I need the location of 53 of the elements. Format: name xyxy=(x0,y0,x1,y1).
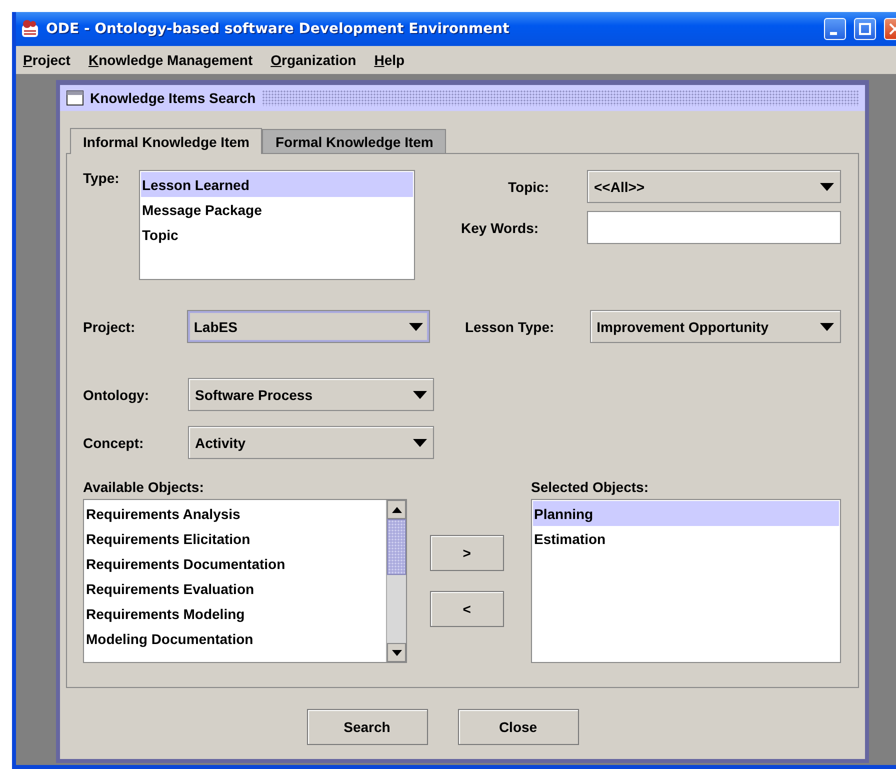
scrollbar[interactable] xyxy=(386,500,406,662)
window-title: ODE - Ontology-based software Development Environment xyxy=(46,21,510,37)
dialog-title: Knowledge Items Search xyxy=(90,90,256,106)
list-item[interactable]: Modeling Documentation xyxy=(85,626,385,651)
scroll-thumb[interactable] xyxy=(387,519,406,575)
maximize-button[interactable] xyxy=(854,18,876,40)
list-item[interactable]: Requirements Elicitation xyxy=(85,526,385,551)
list-item[interactable]: Message Package xyxy=(141,197,413,222)
tab[interactable]: Formal Knowledge Item xyxy=(262,129,446,153)
scroll-down-icon[interactable] xyxy=(392,650,402,656)
field-label: Concept: xyxy=(83,434,145,450)
dropdown-arrow-icon xyxy=(413,438,427,446)
menu-item[interactable]: Help xyxy=(374,52,405,68)
field-label: Type: xyxy=(83,170,120,186)
field-label: Key Words: xyxy=(461,220,540,236)
dropdown-arrow-icon xyxy=(409,322,424,330)
dropdown-arrow-icon xyxy=(413,390,427,398)
scroll-up-icon[interactable] xyxy=(392,506,402,512)
dropdown[interactable]: <<All>> xyxy=(587,170,841,203)
menu-item[interactable]: Organization xyxy=(270,52,356,68)
menu-item[interactable]: Knowledge Management xyxy=(88,52,253,68)
move-button[interactable]: < xyxy=(430,591,504,627)
dropdown[interactable]: Activity xyxy=(188,426,434,459)
dialog-button[interactable]: Close xyxy=(458,709,578,745)
list-item[interactable]: Requirements Evaluation xyxy=(85,576,385,601)
list-item[interactable]: Estimation xyxy=(533,526,839,551)
field-label: Lesson Type: xyxy=(464,318,556,334)
dropdown-arrow-icon xyxy=(820,322,834,330)
minimize-button[interactable] xyxy=(824,18,846,40)
list-item[interactable]: Topic xyxy=(141,222,413,247)
app-icon xyxy=(20,19,40,39)
minimize-icon xyxy=(830,32,836,34)
dropdown[interactable]: LabES xyxy=(186,310,430,343)
window-icon xyxy=(66,90,84,106)
dialog-button[interactable]: Search xyxy=(306,709,428,745)
move-button[interactable]: > xyxy=(430,535,504,571)
field-label: Topic: xyxy=(507,178,549,194)
field-label: Project: xyxy=(83,318,136,334)
list-label: Available Objects: xyxy=(83,479,205,495)
list-item[interactable]: Requirements Analysis xyxy=(85,501,385,526)
list-label: Selected Objects: xyxy=(531,479,650,495)
menu-item[interactable]: Project xyxy=(23,52,70,68)
dropdown[interactable]: Software Process xyxy=(188,378,434,411)
list-item[interactable]: Planning xyxy=(533,501,839,526)
dropdown-arrow-icon xyxy=(820,182,834,190)
list-item[interactable]: Lesson Learned xyxy=(141,172,413,197)
dropdown[interactable]: Improvement Opportunity xyxy=(590,310,841,343)
list-item[interactable]: Requirements Documentation xyxy=(85,551,385,576)
key-words-field[interactable] xyxy=(587,211,841,244)
field-label: Ontology: xyxy=(83,386,150,402)
tab[interactable]: Informal Knowledge Item xyxy=(70,128,262,154)
maximize-icon xyxy=(859,23,871,35)
list-item[interactable]: Requirements Modeling xyxy=(85,601,385,626)
